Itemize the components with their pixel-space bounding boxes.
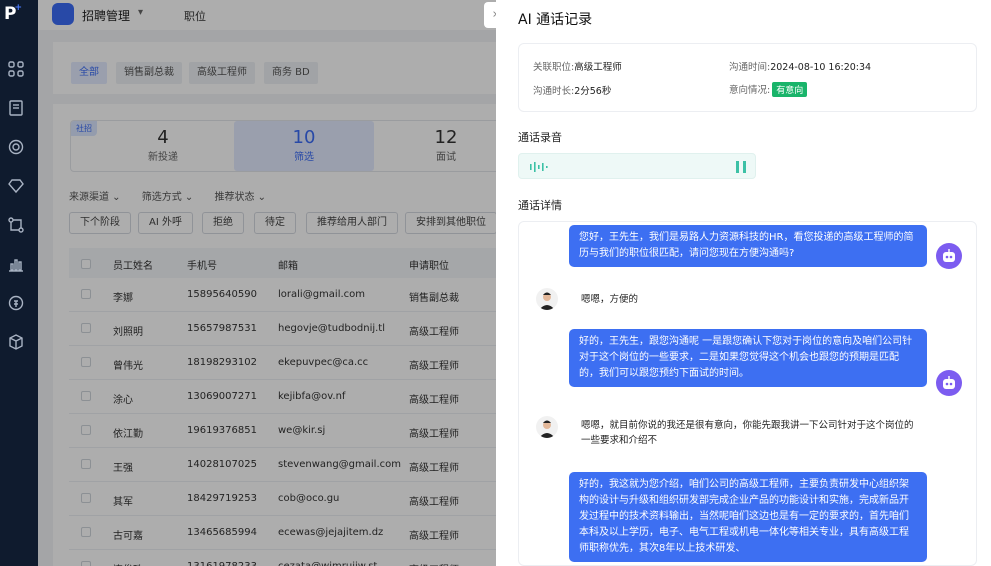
logo-plus: +	[14, 3, 23, 14]
info-value: 2分56秒	[574, 86, 612, 97]
info-intent: 意向情况: 有意向	[729, 82, 808, 97]
robot-avatar-icon	[936, 243, 962, 269]
user-avatar-icon	[536, 416, 558, 438]
info-value: 2024-08-10 16:20:34	[770, 62, 872, 73]
book-icon[interactable]	[7, 99, 25, 117]
audio-player[interactable]	[518, 153, 756, 179]
info-time: 沟通时间:2024-08-10 16:20:34	[729, 59, 871, 73]
app-rail: P+	[0, 0, 38, 566]
intent-badge: 有意向	[772, 82, 808, 97]
bot-message: 好的，王先生，跟您沟通呢 一是跟您确认下您对于岗位的意向及咱们公司针对于这个岗位…	[569, 329, 927, 387]
bot-message: 您好，王先生，我们是易路人力资源科技的HR，看您投递的高级工程师的简历与我们的职…	[569, 225, 927, 267]
info-label: 沟通时长:	[533, 86, 575, 97]
target-icon[interactable]	[7, 138, 25, 156]
recording-title: 通话录音	[518, 131, 562, 144]
modal-overlay[interactable]	[38, 0, 534, 566]
info-value: 高级工程师	[574, 62, 622, 73]
robot-avatar-icon	[936, 370, 962, 396]
info-label: 意向情况:	[729, 85, 771, 96]
cube-icon[interactable]	[7, 333, 25, 351]
user-message: 嗯嗯，就目前你说的我还是很有意向，你能先跟我讲一下公司针对于这个岗位的一些要求和…	[581, 420, 914, 446]
call-info-card: 关联职位:高级工程师 沟通时间:2024-08-10 16:20:34 沟通时长…	[518, 43, 977, 112]
bot-message: 好的，我这就为您介绍，咱们公司的高级工程师，主要负责研发中心组织架构的设计与升级…	[569, 472, 927, 562]
ai-call-record-drawer: AI 通话记录 关联职位:高级工程师 沟通时间:2024-08-10 16:20…	[496, 0, 991, 566]
app-logo[interactable]: P+	[4, 3, 32, 30]
user-message: 嗯嗯，方便的	[581, 294, 639, 305]
chat-transcript[interactable]: 您好，王先生，我们是易路人力资源科技的HR，看您投递的高级工程师的简历与我们的职…	[518, 221, 977, 566]
user-avatar-icon	[536, 288, 558, 310]
details-title: 通话详情	[518, 199, 562, 212]
info-job: 关联职位:高级工程师	[533, 59, 622, 73]
info-label: 关联职位:	[533, 62, 575, 73]
diamond-icon[interactable]	[7, 177, 25, 195]
coin-icon[interactable]	[7, 294, 25, 312]
dashboard-icon[interactable]	[7, 60, 25, 78]
info-label: 沟通时间:	[729, 62, 771, 73]
drawer-title: AI 通话记录	[518, 12, 593, 28]
bar-chart-icon[interactable]	[7, 255, 25, 273]
waveform-icon	[530, 162, 548, 172]
info-duration: 沟通时长:2分56秒	[533, 83, 611, 97]
flow-icon[interactable]	[7, 216, 25, 234]
pause-icon[interactable]	[735, 161, 747, 173]
